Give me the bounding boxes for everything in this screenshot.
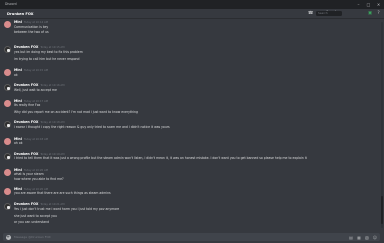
message-timestamp: Today at 10:18 AM (23, 138, 48, 141)
avatar[interactable] (3, 121, 11, 128)
message-text: Why did you report me on accident? I'm n… (14, 110, 138, 114)
avatar[interactable] (3, 203, 11, 210)
message-text: Yes i just don't trust me i wont harm yo… (14, 207, 120, 211)
message-text: i tried to tell them that it was just a … (14, 156, 307, 160)
message-author-line: Drunken FOX Today at 10:18 AM (14, 120, 64, 124)
author-name[interactable]: Drunken FOX (14, 202, 38, 206)
message-author-line: Mini Today at 10:15 AM (14, 68, 48, 72)
phone-call-icon[interactable]: ☎ (308, 11, 313, 16)
avatar[interactable] (3, 153, 11, 160)
message-text: between the two of us (14, 30, 49, 34)
message-timestamp: Today at 10:21 AM (40, 203, 65, 206)
inbox-icon[interactable]: ▣ (367, 11, 372, 16)
author-name[interactable]: Drunken FOX (14, 83, 38, 87)
search-input[interactable]: Search (316, 10, 342, 17)
avatar[interactable] (3, 169, 11, 176)
message-text: oh ok (14, 141, 23, 145)
dm-header: Drunken FOX ☎ ▶ ⚲ ✚ Search ▣ ? (0, 9, 384, 19)
message-timestamp: Today at 10:15 AM (23, 69, 48, 72)
message-timestamp: Today at 10:16 AM (40, 84, 65, 87)
message-text: how where you able to find me? (14, 177, 64, 181)
message-text: ok (14, 73, 18, 77)
message-timestamp: Today at 10:15 AM (40, 46, 65, 49)
message-timestamp: Today at 10:18 AM (40, 121, 65, 124)
message-author-line: Drunken FOX Today at 10:15 AM (14, 45, 64, 49)
message-text: she just want to accept you (14, 213, 57, 218)
message-author-line: Drunken FOX Today at 10:16 AM (14, 83, 64, 87)
gift-icon[interactable]: ▤ (349, 235, 354, 240)
sticker-icon[interactable]: ▧ (365, 235, 370, 240)
message-text: you are aware that there are are such th… (14, 191, 111, 195)
add-attachment-icon[interactable]: + (5, 234, 11, 240)
avatar[interactable] (3, 188, 11, 195)
header-right-actions: ▣ ? (367, 11, 381, 16)
author-name[interactable]: Drunken FOX (14, 120, 38, 124)
emoji-icon[interactable]: ☺ (373, 235, 378, 240)
window-titlebar: Discord – □ ✕ (0, 0, 384, 9)
app-title: Discord (5, 1, 17, 6)
close-icon[interactable]: ✕ (376, 2, 381, 7)
window-controls: – □ ✕ (356, 2, 381, 7)
avatar[interactable] (3, 100, 11, 107)
avatar[interactable] (3, 69, 11, 76)
avatar[interactable] (3, 138, 11, 145)
message-text: yes but im doing my best to fix this pro… (14, 50, 83, 54)
message-text: im trying to call him but he never respo… (14, 56, 80, 61)
message-text: Its really fine Fox (14, 103, 41, 107)
author-name[interactable]: Mini (14, 20, 22, 24)
avatar[interactable] (3, 21, 11, 28)
maximize-icon[interactable]: □ (366, 2, 371, 7)
author-name[interactable]: Drunken FOX (14, 45, 38, 49)
message-composer: + ▤ ▦ ▧ ☺ (3, 233, 380, 241)
avatar[interactable] (3, 46, 11, 53)
message-text: i swear i thought i copy the right reaso… (14, 125, 170, 129)
dm-recipient-name: Drunken FOX (7, 11, 34, 16)
composer-actions: ▤ ▦ ▧ ☺ (349, 235, 378, 240)
message-text: or you can understand (14, 220, 50, 224)
minimize-icon[interactable]: – (356, 2, 361, 7)
message-list: Mini Today at 10:14 AM Communication is k… (0, 20, 378, 232)
author-name[interactable]: Mini (14, 68, 22, 72)
gif-icon[interactable]: ▦ (357, 235, 362, 240)
message-author-line: Mini Today at 10:14 AM (14, 20, 48, 24)
message-scrollbar-thumb[interactable] (381, 196, 383, 224)
avatar[interactable] (3, 84, 11, 91)
message-text: Well, just wait to accept me (14, 88, 57, 92)
help-icon[interactable]: ? (376, 11, 381, 16)
status-indicator (31, 12, 33, 15)
message-author-line: Drunken FOX Today at 10:21 AM (14, 202, 64, 206)
message-input[interactable] (14, 234, 334, 240)
message-timestamp: Today at 10:14 AM (23, 21, 48, 24)
